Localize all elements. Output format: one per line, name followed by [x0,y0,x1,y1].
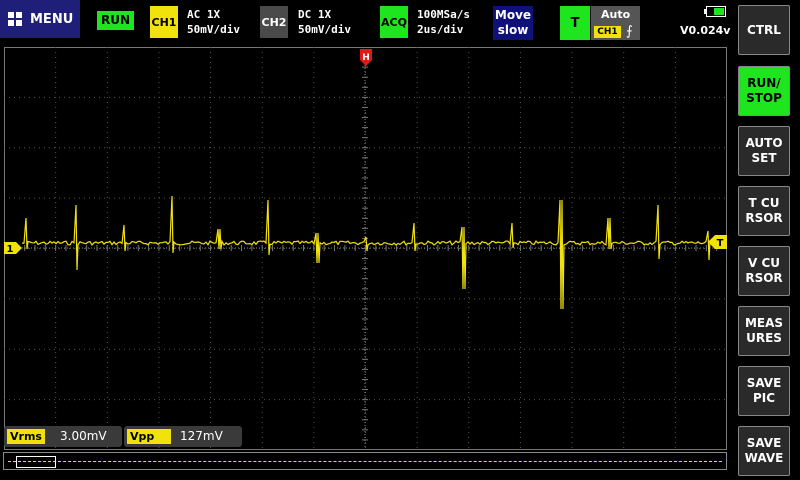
move-label: Move [494,8,532,22]
vpp-value: 127mV [180,429,223,443]
vrms-value: 3.00mV [60,429,107,443]
battery-icon [704,6,726,17]
measurement-vpp[interactable]: Vpp 127mV [124,426,242,447]
acq-tag[interactable]: ACQ [380,6,408,38]
ch2-tag[interactable]: CH2 [260,6,288,38]
ch2-coupling: DC 1X [298,8,332,21]
trig-marker-label: T [717,238,724,249]
h-marker-label: H [362,53,370,63]
measures-button[interactable]: MEAS URES [738,306,790,356]
memory-waveform-overview [8,461,722,462]
ch1-coupling: AC 1X [187,8,221,21]
move-speed: slow [497,23,529,37]
trigger-tag[interactable]: T [560,6,590,40]
timebase: 2us/div [417,23,464,36]
run-stop-button[interactable]: RUN/ STOP [738,66,790,116]
ch1-scale: 50mV/div [187,23,240,36]
memory-position-bar[interactable] [3,452,727,470]
move-speed-button[interactable]: Move slow [493,6,533,40]
ch1-settings[interactable]: AC 1X 50mV/div [187,7,240,37]
time-cursor-button[interactable]: T CU RSOR [738,186,790,236]
top-status-bar: MENU RUN CH1 AC 1X 50mV/div CH2 DC 1X 50… [0,0,735,44]
save-wave-button[interactable]: SAVE WAVE [738,426,790,476]
vrms-label: Vrms [7,429,45,444]
auto-set-button[interactable]: AUTO SET [738,126,790,176]
run-status-badge[interactable]: RUN [97,11,134,30]
voltage-cursor-button[interactable]: V CU RSOR [738,246,790,296]
trigger-level-readout: V0.024v [680,24,731,37]
save-picture-button[interactable]: SAVE PIC [738,366,790,416]
menu-button[interactable]: MENU [0,0,80,38]
ch1-marker-label: 1 [7,244,14,255]
ch1-tag[interactable]: CH1 [150,6,178,38]
sample-rate: 100MSa/s [417,8,470,21]
vpp-label: Vpp [127,429,171,444]
menu-grid-icon [8,12,22,26]
trigger-mode: Auto [601,8,631,21]
waveform-display[interactable]: H 1 T [4,47,727,450]
trigger-source: CH1 [594,26,621,38]
ch2-scale: 50mV/div [298,23,351,36]
rising-edge-icon: ⨍ [626,24,633,39]
side-button-panel: CTRL RUN/ STOP AUTO SET T CU RSOR V CU R… [738,0,800,480]
menu-label: MENU [30,11,74,27]
measurement-vrms[interactable]: Vrms 3.00mV [4,426,122,447]
ch2-settings[interactable]: DC 1X 50mV/div [298,7,351,37]
memory-view-window[interactable] [16,456,56,468]
ctrl-button[interactable]: CTRL [738,5,790,55]
acq-settings[interactable]: 100MSa/s 2us/div [417,7,470,37]
